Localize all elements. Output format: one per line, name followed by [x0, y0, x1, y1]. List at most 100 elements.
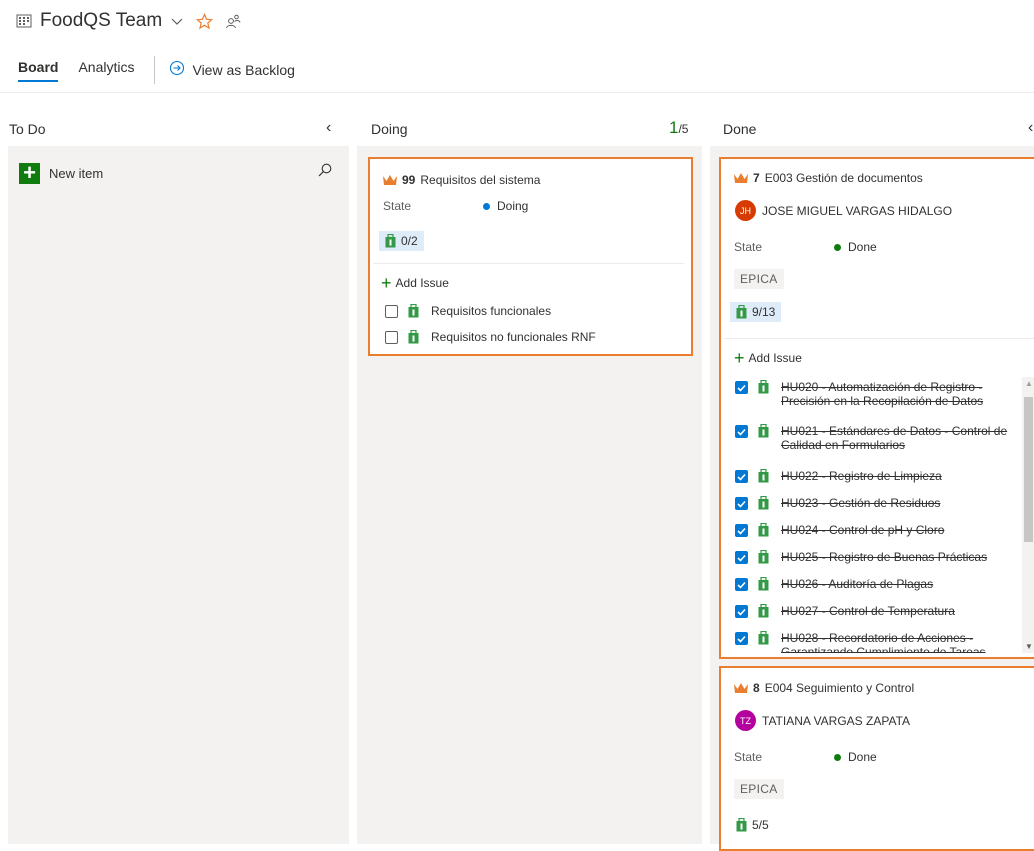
issue-title[interactable]: HU022 - Registro de Limpieza — [781, 469, 942, 483]
team-members-icon[interactable] — [225, 13, 241, 29]
child-issue-row[interactable]: Requisitos funcionales — [385, 304, 551, 318]
search-icon[interactable] — [317, 162, 333, 178]
issue-checkbox[interactable] — [735, 381, 748, 394]
new-item-label: New item — [49, 166, 103, 181]
card-id: 7 — [753, 171, 760, 185]
child-progress-badge[interactable]: 9/13 — [730, 302, 781, 322]
work-item-card[interactable]: 8 E004 Seguimiento y Control TZ TATIANA … — [719, 666, 1034, 851]
issue-checkbox[interactable] — [735, 497, 748, 510]
column-header-done[interactable]: Done — [723, 121, 756, 137]
card-title[interactable]: Requisitos del sistema — [420, 173, 540, 187]
card-divider — [373, 263, 684, 264]
chevron-down-icon[interactable] — [170, 14, 184, 28]
issue-title[interactable]: HU023 - Gestión de Residuos — [781, 496, 940, 510]
issue-title[interactable]: Requisitos funcionales — [431, 304, 551, 318]
child-issue-row[interactable]: HU024 - Control de pH y Cloro — [735, 523, 944, 537]
tab-separator — [154, 56, 155, 84]
board-grid-icon — [16, 13, 32, 29]
plus-icon: + — [381, 276, 392, 290]
issue-title[interactable]: HU021 - Estándares de Datos - Control de… — [781, 424, 1011, 452]
child-progress-badge[interactable]: 0/2 — [379, 231, 424, 251]
column-todo — [8, 146, 349, 844]
epic-crown-icon — [382, 173, 398, 187]
issue-title[interactable]: HU027 - Control de Temperatura — [781, 604, 955, 618]
issue-checkbox[interactable] — [735, 524, 748, 537]
issue-icon — [758, 424, 769, 438]
state-value[interactable]: Done — [848, 750, 877, 764]
child-issue-row[interactable]: HU023 - Gestión de Residuos — [735, 496, 940, 510]
child-issue-row[interactable]: HU020 - Automatización de Registro - Pre… — [735, 380, 1015, 408]
scroll-down-icon[interactable]: ▼ — [1025, 642, 1033, 651]
issue-icon — [758, 550, 769, 564]
card-title-row[interactable]: 8 E004 Seguimiento y Control — [733, 680, 914, 696]
issue-icon — [758, 469, 769, 483]
child-issue-row[interactable]: HU026 - Auditoría de Plagas — [735, 577, 933, 591]
child-progress-badge[interactable]: 5/5 — [730, 815, 775, 835]
issue-icon — [736, 818, 747, 832]
card-title[interactable]: E004 Seguimiento y Control — [765, 681, 914, 695]
issue-title[interactable]: HU026 - Auditoría de Plagas — [781, 577, 933, 591]
issue-icon — [736, 305, 747, 319]
scrollbar-thumb[interactable] — [1024, 397, 1033, 542]
issue-title[interactable]: HU025 - Registro de Buenas Prácticas — [781, 550, 987, 564]
scroll-up-icon[interactable]: ▲ — [1025, 379, 1033, 388]
column-header-todo[interactable]: To Do — [9, 121, 46, 137]
progress-count: 5/5 — [752, 818, 769, 832]
add-issue-button[interactable]: + Add Issue — [381, 276, 449, 290]
state-value[interactable]: Done — [848, 240, 877, 254]
child-issue-row[interactable]: HU025 - Registro de Buenas Prácticas — [735, 550, 987, 564]
plus-icon: + — [19, 163, 40, 184]
tab-analytics[interactable]: Analytics — [78, 56, 134, 84]
card-title-row[interactable]: 99 Requisitos del sistema — [382, 172, 540, 188]
work-item-card[interactable]: 99 Requisitos del sistema State Doing 0/… — [368, 157, 693, 356]
header-divider — [0, 92, 1034, 93]
issue-title[interactable]: HU024 - Control de pH y Cloro — [781, 523, 944, 537]
avatar: JH — [735, 200, 756, 221]
add-issue-button[interactable]: + Add Issue — [734, 351, 802, 365]
favorite-star-icon[interactable] — [196, 13, 213, 30]
assigned-to[interactable]: TZ TATIANA VARGAS ZAPATA — [735, 710, 910, 731]
child-issue-row[interactable]: Requisitos no funcionales RNF — [385, 330, 596, 344]
add-issue-label: Add Issue — [396, 276, 449, 290]
issue-checkbox[interactable] — [385, 331, 398, 344]
issue-checkbox[interactable] — [385, 305, 398, 318]
view-as-backlog-link[interactable]: View as Backlog — [169, 56, 294, 84]
child-issue-row[interactable]: HU027 - Control de Temperatura — [735, 604, 955, 618]
work-item-card[interactable]: 7 E003 Gestión de documentos JH JOSE MIG… — [719, 157, 1034, 659]
progress-count: 9/13 — [752, 305, 775, 319]
collapse-done-icon[interactable]: ‹ — [1028, 119, 1033, 137]
collapse-column-icon[interactable]: ‹ — [326, 119, 331, 137]
state-field: State Doing — [383, 199, 528, 213]
issue-checkbox[interactable] — [735, 578, 748, 591]
new-item-button[interactable]: + New item — [19, 163, 103, 184]
issue-checkbox[interactable] — [735, 632, 748, 645]
card-title-row[interactable]: 7 E003 Gestión de documentos — [733, 170, 923, 186]
issue-checkbox[interactable] — [735, 551, 748, 564]
issue-checkbox[interactable] — [735, 605, 748, 618]
column-header-doing[interactable]: Doing — [371, 121, 408, 137]
assigned-to[interactable]: JH JOSE MIGUEL VARGAS HIDALGO — [735, 200, 952, 221]
issue-icon — [758, 631, 769, 645]
issue-title[interactable]: Requisitos no funcionales RNF — [431, 330, 596, 344]
tag-badge[interactable]: EPICA — [734, 269, 784, 289]
child-issue-row[interactable]: HU021 - Estándares de Datos - Control de… — [735, 424, 1015, 452]
state-value[interactable]: Doing — [497, 199, 528, 213]
card-title[interactable]: E003 Gestión de documentos — [765, 171, 923, 185]
child-issue-row[interactable]: HU022 - Registro de Limpieza — [735, 469, 942, 483]
issue-title[interactable]: HU020 - Automatización de Registro - Pre… — [781, 380, 1011, 408]
state-dot — [834, 754, 841, 761]
team-name[interactable]: FoodQS Team — [40, 10, 162, 32]
child-issue-row[interactable]: HU028 - Recordatorio de Acciones - Garan… — [735, 631, 1015, 653]
tab-board[interactable]: Board — [18, 56, 58, 84]
avatar: TZ — [735, 710, 756, 731]
issue-list-scrollbar[interactable]: ▲ ▼ — [1022, 377, 1034, 653]
card-id: 99 — [402, 173, 415, 187]
state-label: State — [734, 240, 834, 254]
issue-title[interactable]: HU028 - Recordatorio de Acciones - Garan… — [781, 631, 1011, 653]
tag-badge[interactable]: EPICA — [734, 779, 784, 799]
state-dot — [483, 203, 490, 210]
issue-icon — [758, 496, 769, 510]
issue-checkbox[interactable] — [735, 425, 748, 438]
state-field: State Done — [734, 750, 877, 764]
issue-checkbox[interactable] — [735, 470, 748, 483]
